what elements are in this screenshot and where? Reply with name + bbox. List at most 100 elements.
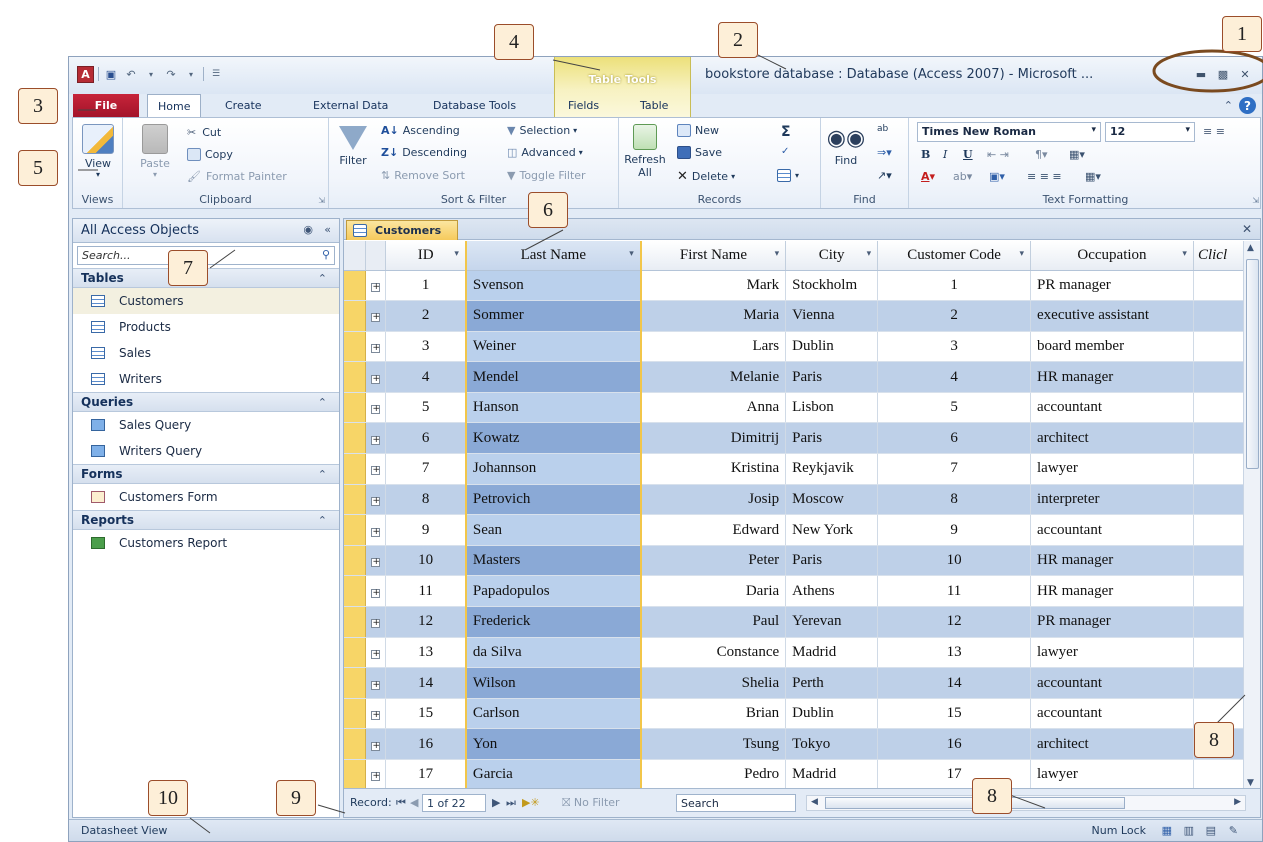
- click-to-add-cell[interactable]: [1193, 484, 1244, 516]
- click-to-add-cell[interactable]: [1193, 392, 1244, 424]
- record-selector[interactable]: [344, 545, 367, 577]
- table-cell[interactable]: 2: [877, 300, 1032, 332]
- click-to-add-cell[interactable]: [1193, 270, 1244, 302]
- click-to-add-cell[interactable]: [1193, 453, 1244, 485]
- table-cell[interactable]: da Silva: [464, 637, 642, 669]
- nav-section-reports[interactable]: Reports ⌃: [73, 510, 339, 530]
- close-document-icon[interactable]: ✕: [1242, 222, 1252, 236]
- table-cell[interactable]: 6: [877, 422, 1032, 455]
- bullets-icon[interactable]: ≡ ≡: [1203, 125, 1225, 138]
- align-icons[interactable]: ≡ ≡ ≡: [1027, 170, 1062, 183]
- minimize-ribbon-icon[interactable]: ⌃: [1224, 99, 1233, 112]
- cut-button[interactable]: ✂ Cut: [187, 126, 221, 139]
- table-cell[interactable]: Tsung: [640, 728, 787, 760]
- tab-file[interactable]: File: [73, 94, 139, 117]
- expand-plus-icon[interactable]: +: [371, 588, 381, 598]
- table-cell[interactable]: Lars: [640, 331, 787, 363]
- record-selector[interactable]: [344, 667, 367, 699]
- table-cell[interactable]: 4: [385, 361, 467, 393]
- copy-button[interactable]: Copy: [187, 148, 233, 161]
- table-cell[interactable]: Maria: [640, 300, 787, 332]
- table-cell[interactable]: Kristina: [640, 453, 787, 485]
- record-selector[interactable]: [344, 759, 367, 790]
- redo-icon[interactable]: ↷: [163, 66, 179, 82]
- table-cell[interactable]: Brian: [640, 698, 787, 730]
- table-row[interactable]: +2 Sommer Maria Vienna 2 executive assistant: [344, 300, 1244, 332]
- record-selector[interactable]: [344, 453, 367, 485]
- column-dropdown-icon[interactable]: ▾: [1182, 249, 1187, 259]
- indent-icons[interactable]: ⇤ ⇥: [987, 148, 1009, 161]
- table-cell[interactable]: 7: [877, 453, 1032, 485]
- record-selector[interactable]: [344, 698, 367, 730]
- expand-subdatasheet-cell[interactable]: +: [365, 667, 387, 699]
- table-cell[interactable]: 7: [385, 453, 467, 485]
- table-cell[interactable]: 6: [385, 422, 467, 455]
- table-cell[interactable]: lawyer: [1030, 637, 1194, 669]
- table-cell[interactable]: Mendel: [464, 361, 642, 393]
- expand-subdatasheet-cell[interactable]: +: [365, 270, 387, 302]
- nav-item-sales-query[interactable]: Sales Query: [73, 412, 339, 438]
- record-selector[interactable]: [344, 361, 367, 393]
- access-app-icon[interactable]: A: [77, 65, 94, 83]
- selection-button[interactable]: ▼ Selection ▾: [507, 124, 577, 137]
- table-cell[interactable]: Constance: [640, 637, 787, 669]
- background-color-icon[interactable]: ▣▾: [989, 170, 1005, 183]
- table-row[interactable]: +4 Mendel Melanie Paris 4 HR manager: [344, 361, 1244, 393]
- table-cell[interactable]: Edward: [640, 514, 787, 546]
- delete-record-button[interactable]: ✕ Delete ▾: [677, 169, 735, 184]
- table-row[interactable]: +3 Weiner Lars Dublin 3 board member: [344, 331, 1244, 363]
- table-cell[interactable]: HR manager: [1030, 575, 1194, 608]
- datasheet-view-icon[interactable]: ▦: [1162, 824, 1172, 837]
- table-row[interactable]: +5 Hanson Anna Lisbon 5 accountant: [344, 392, 1244, 424]
- table-row[interactable]: +10 Masters Peter Paris 10 HR manager: [344, 545, 1244, 577]
- gridlines-dropdown-icon[interactable]: ▦▾: [1069, 148, 1085, 161]
- click-to-add-cell[interactable]: [1193, 575, 1244, 608]
- new-record-button[interactable]: New: [677, 124, 719, 137]
- table-row[interactable]: +16 Yon Tsung Tokyo 16 architect: [344, 728, 1244, 760]
- select-icon[interactable]: ↗▾: [877, 169, 892, 182]
- customize-qat-icon[interactable]: ☰: [208, 66, 224, 82]
- highlight-icon[interactable]: ab▾: [953, 170, 972, 183]
- table-cell[interactable]: Dublin: [785, 698, 879, 730]
- record-selector[interactable]: [344, 422, 367, 455]
- table-cell[interactable]: 16: [877, 728, 1032, 760]
- table-cell[interactable]: Athens: [785, 575, 879, 608]
- expand-plus-icon[interactable]: +: [371, 619, 381, 629]
- table-cell[interactable]: Shelia: [640, 667, 787, 699]
- current-record-field[interactable]: 1 of 22: [422, 794, 486, 812]
- table-cell[interactable]: 16: [385, 728, 467, 760]
- table-cell[interactable]: Dimitrij: [640, 422, 787, 455]
- expand-plus-icon[interactable]: +: [371, 772, 381, 782]
- table-cell[interactable]: Paul: [640, 606, 787, 638]
- save-icon[interactable]: ▣: [103, 66, 119, 82]
- horizontal-scrollbar[interactable]: ◀ ▶: [806, 795, 1246, 811]
- table-cell[interactable]: Hanson: [464, 392, 642, 424]
- table-cell[interactable]: Daria: [640, 575, 787, 608]
- replace-icon[interactable]: ab: [877, 124, 888, 134]
- click-to-add-cell[interactable]: [1193, 637, 1244, 669]
- format-painter-button[interactable]: 🖌 Format Painter: [187, 170, 287, 183]
- nav-item-customers-form[interactable]: Customers Form: [73, 484, 339, 510]
- column-header-customer-code[interactable]: Customer Code ▾: [877, 241, 1032, 271]
- tab-create[interactable]: Create: [215, 94, 272, 117]
- click-to-add-cell[interactable]: [1193, 667, 1244, 699]
- table-cell[interactable]: Vienna: [785, 300, 879, 332]
- filter-button[interactable]: Filter: [333, 124, 373, 167]
- table-cell[interactable]: 4: [877, 361, 1032, 393]
- scroll-right-arrow-icon[interactable]: ▶: [1234, 797, 1241, 807]
- no-filter-button[interactable]: ⛝ No Filter: [562, 796, 620, 810]
- column-dropdown-icon[interactable]: ▾: [629, 249, 634, 259]
- table-cell[interactable]: 14: [385, 667, 467, 699]
- vertical-scrollbar[interactable]: ▲ ▼: [1243, 241, 1260, 790]
- table-cell[interactable]: Madrid: [785, 759, 879, 790]
- table-row[interactable]: +11 Papadopulos Daria Athens 11 HR manager: [344, 575, 1244, 608]
- table-row[interactable]: +14 Wilson Shelia Perth 14 accountant: [344, 667, 1244, 699]
- totals-icon[interactable]: Σ: [781, 124, 791, 140]
- expand-plus-icon[interactable]: +: [371, 496, 381, 506]
- table-row[interactable]: +6 Kowatz Dimitrij Paris 6 architect: [344, 422, 1244, 455]
- table-cell[interactable]: Wilson: [464, 667, 642, 699]
- table-cell[interactable]: lawyer: [1030, 453, 1194, 485]
- record-selector[interactable]: [344, 637, 367, 669]
- tab-database-tools[interactable]: Database Tools: [423, 94, 526, 117]
- undo-dropdown-icon[interactable]: ▾: [143, 66, 159, 82]
